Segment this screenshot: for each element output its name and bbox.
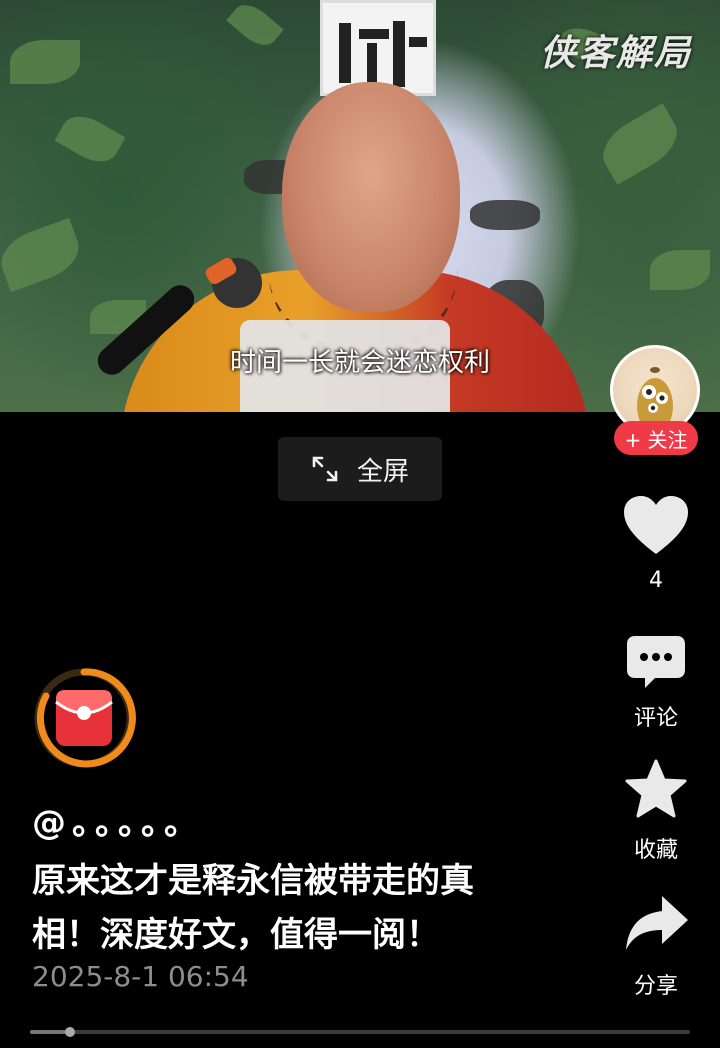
red-packet-button[interactable] — [32, 666, 136, 770]
red-packet-icon — [34, 668, 136, 768]
star-icon — [625, 759, 687, 818]
caption-line: 相！深度好文，值得一阅！ — [32, 915, 440, 955]
like-count: 4 — [649, 568, 663, 593]
comment-label: 评论 — [633, 706, 678, 731]
author-handle[interactable]: @。。。。。 — [32, 795, 204, 844]
favorite-label: 收藏 — [633, 838, 678, 863]
follow-button[interactable]: + 关注 — [614, 421, 698, 455]
share-button[interactable] — [624, 894, 690, 952]
video-player[interactable]: 侠客解局 时间一长就会迷恋权利 — [0, 0, 720, 412]
like-button[interactable] — [622, 494, 690, 558]
foliage — [0, 217, 87, 293]
fullscreen-button[interactable]: 全屏 — [278, 437, 442, 501]
calligraphy-stroke — [470, 200, 540, 230]
fullscreen-label: 全屏 — [356, 456, 409, 487]
share-label: 分享 — [633, 974, 678, 999]
progress-fill — [30, 1030, 70, 1034]
heart-icon — [624, 496, 688, 554]
expand-icon — [311, 455, 339, 483]
comment-button[interactable] — [625, 634, 687, 690]
foliage — [10, 40, 80, 84]
channel-watermark: 侠客解局 — [539, 32, 692, 74]
favorite-button[interactable] — [624, 758, 688, 820]
progress-knob[interactable] — [64, 1027, 75, 1037]
foliage — [226, 0, 284, 53]
video-progress-bar[interactable] — [30, 1027, 690, 1037]
foliage — [650, 250, 710, 290]
comment-bubble-icon — [627, 636, 685, 688]
speaker-head — [282, 82, 460, 312]
avatar-illustration — [637, 367, 673, 432]
post-timestamp: 2025-8-1 06:54 — [32, 960, 249, 993]
caption-line: 原来这才是释永信被带走的真 — [32, 861, 474, 901]
foliage — [54, 107, 126, 171]
post-caption: 原来这才是释永信被带走的真 相！深度好文，值得一阅！ — [32, 854, 572, 962]
foliage — [593, 103, 687, 185]
share-arrow-icon — [626, 896, 688, 950]
